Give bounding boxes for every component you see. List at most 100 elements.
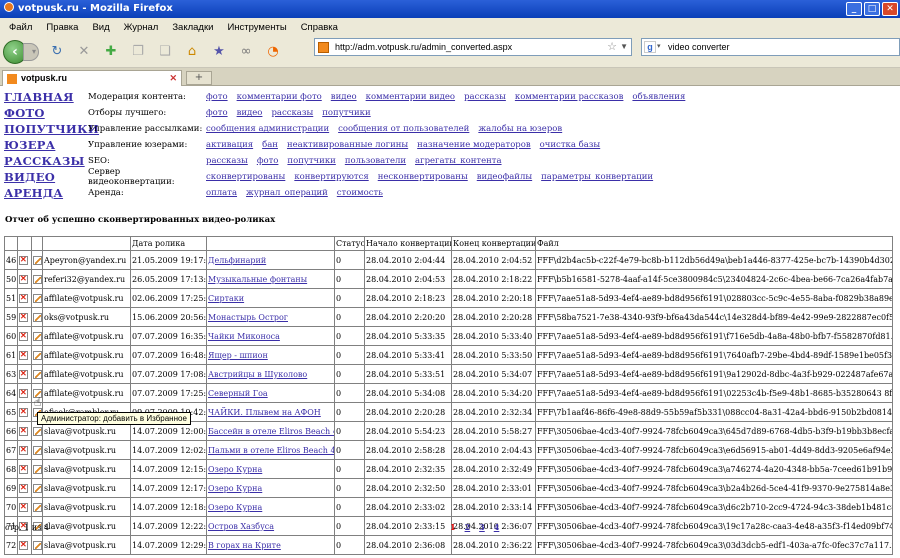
link-icon[interactable]: ∞ (237, 43, 255, 61)
section-link[interactable]: комментарии рассказов (515, 92, 624, 102)
bookmark-star-icon[interactable]: ★ (210, 43, 228, 61)
section-link[interactable]: агрегаты_контента (415, 156, 502, 166)
section-link[interactable]: бан (262, 140, 278, 150)
menu-item[interactable]: Вид (85, 22, 116, 33)
nav-link[interactable]: ЮЗЕРА (4, 137, 84, 153)
edit-icon[interactable] (33, 350, 42, 360)
section-link[interactable]: пользователи (345, 156, 406, 166)
section-link[interactable]: несконвертированы (378, 172, 468, 182)
search-engine-dropdown-icon[interactable]: ▾ (657, 39, 661, 55)
section-link[interactable]: стоимость (337, 188, 383, 198)
delete-icon[interactable] (19, 368, 28, 379)
video-title-link[interactable]: Музыкальные фонтаны (208, 275, 307, 284)
page-link[interactable]: 4 (494, 522, 500, 532)
paste-icon[interactable]: ❑ (156, 43, 174, 61)
close-tab-icon[interactable]: ✕ (169, 71, 177, 86)
video-title-link[interactable]: Пальми в отеле Eliros Beach 4* (208, 446, 334, 455)
edit-icon[interactable] (33, 312, 42, 322)
delete-icon[interactable] (19, 254, 28, 265)
edit-icon[interactable] (33, 502, 42, 512)
section-link[interactable]: фото (257, 156, 279, 166)
section-link[interactable]: рассказы (464, 92, 506, 102)
section-link[interactable]: сообщения администрации (206, 124, 329, 134)
bookmark-add-icon[interactable]: ✚ (102, 43, 120, 61)
nav-link[interactable]: ГЛАВНАЯ (4, 89, 84, 105)
section-link[interactable]: оплата (206, 188, 237, 198)
video-title-link[interactable]: Дельфинарий (208, 256, 266, 265)
edit-icon[interactable] (33, 426, 42, 436)
delete-icon[interactable] (19, 273, 28, 284)
video-title-link[interactable]: Австрийцы в Шуколово (208, 370, 307, 379)
section-link[interactable]: конвертируются (294, 172, 368, 182)
edit-icon[interactable] (33, 483, 42, 493)
star-icon[interactable]: ☆ (607, 39, 617, 55)
delete-icon[interactable] (19, 349, 28, 360)
section-link[interactable]: объявления (632, 92, 685, 102)
google-icon[interactable]: g (644, 41, 656, 53)
delete-icon[interactable] (19, 482, 28, 493)
menu-item[interactable]: Закладки (165, 22, 220, 33)
delete-icon[interactable] (19, 539, 28, 550)
section-link[interactable]: видеофайлы (477, 172, 532, 182)
nav-link[interactable]: РАССКАЗЫ (4, 153, 84, 169)
section-link[interactable]: комментарии фото (237, 92, 322, 102)
close-window-button[interactable]: ✕ (882, 2, 898, 16)
video-title-link[interactable]: Ящер - шпион (208, 351, 268, 360)
section-link[interactable]: фото (206, 92, 228, 102)
menu-item[interactable]: Файл (2, 22, 39, 33)
section-link[interactable]: комментарии видео (366, 92, 455, 102)
section-link[interactable]: попутчики (287, 156, 335, 166)
page-link[interactable]: 2 (465, 522, 471, 532)
chevron-down-icon[interactable]: ▼ (620, 39, 628, 55)
url-bar[interactable]: http://adm.votpusk.ru/admin_converted.as… (314, 38, 632, 56)
edit-icon[interactable] (33, 255, 42, 265)
delete-icon[interactable] (19, 387, 28, 398)
section-link[interactable]: активация (206, 140, 253, 150)
video-title-link[interactable]: Монастырь Острог (208, 313, 288, 322)
nav-link[interactable]: ПОПУТЧИКИ (4, 121, 99, 137)
new-tab-button[interactable]: + (186, 71, 212, 85)
edit-icon[interactable] (33, 331, 42, 341)
section-link[interactable]: видео (331, 92, 357, 102)
video-title-link[interactable]: Чайки Миконоса (208, 332, 280, 341)
video-title-link[interactable]: В горах на Крите (208, 541, 281, 550)
edit-icon[interactable] (33, 293, 42, 303)
section-link[interactable]: неактивированные логины (287, 140, 408, 150)
section-link[interactable]: очистка базы (540, 140, 601, 150)
maximize-button[interactable]: □ (864, 2, 880, 16)
reload-icon[interactable]: ↻ (48, 43, 66, 61)
menu-item[interactable]: Журнал (117, 22, 166, 33)
edit-icon[interactable] (33, 445, 42, 455)
menu-item[interactable]: Правка (39, 22, 85, 33)
section-link[interactable]: фото (206, 108, 228, 118)
section-link[interactable]: сообщения от пользователей (338, 124, 469, 134)
delete-icon[interactable] (19, 292, 28, 303)
nav-link[interactable]: АРЕНДА (4, 185, 84, 201)
minimize-button[interactable]: _ (846, 2, 862, 16)
section-link[interactable]: рассказы (271, 108, 313, 118)
stop-icon[interactable]: ✕ (75, 43, 93, 61)
home-icon[interactable]: ⌂ (183, 43, 201, 61)
tab-votpusk[interactable]: votpusk.ru ✕ (2, 70, 182, 86)
delete-icon[interactable] (19, 463, 28, 474)
delete-icon[interactable] (19, 330, 28, 341)
section-link[interactable]: видео (237, 108, 263, 118)
copy-icon[interactable]: ❐ (129, 43, 147, 61)
edit-icon[interactable] (33, 274, 42, 284)
delete-icon[interactable] (19, 311, 28, 322)
section-link[interactable]: попутчики (322, 108, 370, 118)
delete-icon[interactable] (19, 406, 28, 417)
delete-icon[interactable] (19, 501, 28, 512)
section-link[interactable]: сконвертированы (206, 172, 285, 182)
video-title-link[interactable]: Озеро Курна (208, 465, 262, 474)
menu-item[interactable]: Справка (294, 22, 345, 33)
nav-link[interactable]: ФОТО (4, 105, 84, 121)
rss-icon[interactable]: ◔ (264, 43, 282, 61)
edit-icon[interactable] (33, 540, 42, 550)
edit-icon[interactable] (33, 464, 42, 474)
video-title-link[interactable]: ЧАЙКИ. Плывем на АФОН (208, 408, 321, 417)
video-title-link[interactable]: Бассейн в отеле Eliros Beach 4* (208, 427, 334, 436)
delete-icon[interactable] (19, 425, 28, 436)
search-bar[interactable]: g ▾ video converter (641, 38, 900, 56)
section-link[interactable]: назначение модераторов (417, 140, 530, 150)
